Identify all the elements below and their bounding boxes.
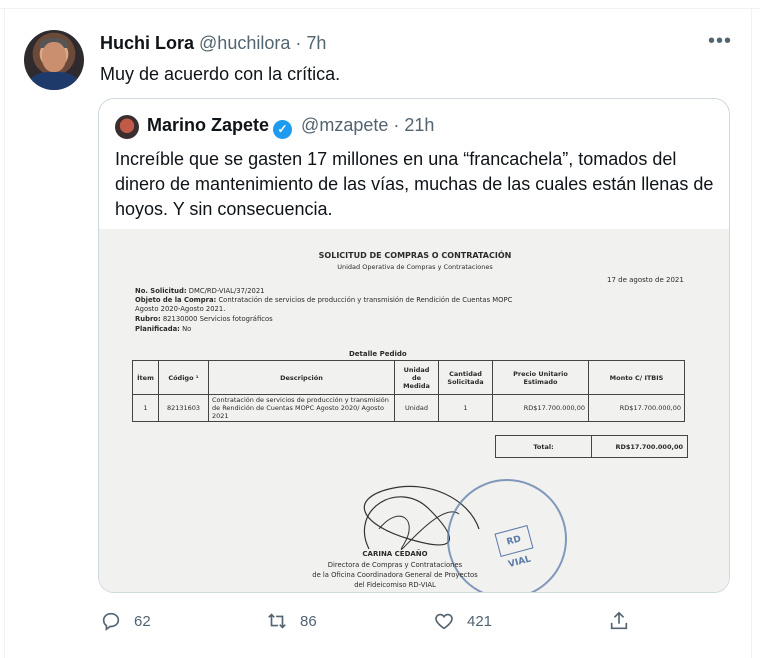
- signer-name: CARINA CEDAÑO: [362, 550, 428, 558]
- col-descripcion: Descripción: [208, 360, 395, 395]
- cell-codigo: 82131603: [158, 394, 209, 422]
- share-icon: [610, 611, 628, 630]
- doc-objeto: Objeto de la Compra: Contratación de ser…: [135, 296, 515, 314]
- reply-button[interactable]: 62: [100, 610, 151, 632]
- verified-badge-icon: ✓: [273, 120, 293, 139]
- like-button[interactable]: 421: [433, 610, 492, 632]
- detail-table: Ítem Código ¹ Descripción Unidad de Medi…: [132, 360, 685, 422]
- quoted-separator-dot: ·: [393, 115, 400, 135]
- doc-rubro: Rubro: 82130000 Servicios fotográficos: [135, 315, 515, 324]
- col-cantidad: Cantidad Solicitada: [438, 360, 493, 395]
- doc-planificada-label: Planificada:: [135, 325, 180, 333]
- retweet-button[interactable]: 86: [266, 610, 317, 632]
- document-image[interactable]: SOLICITUD DE COMPRAS O CONTRATACIÓN Unid…: [99, 229, 729, 592]
- quoted-tweet-header: Marino Zapete ✓ @mzapete · 21h: [147, 115, 434, 139]
- table-row: 1 82131603 Contratación de servicios de …: [132, 394, 685, 422]
- more-icon[interactable]: •••: [708, 30, 732, 53]
- reply-icon: [102, 612, 120, 631]
- quoted-author-handle: @mzapete: [301, 115, 389, 135]
- doc-rubro-value: 82130000 Servicios fotográficos: [162, 315, 273, 323]
- doc-title: SOLICITUD DE COMPRAS O CONTRATACIÓN: [318, 251, 512, 260]
- avatar-face: [42, 42, 66, 72]
- col-unidad: Unidad de Medida: [394, 360, 439, 395]
- timeline-right-border: [751, 8, 752, 658]
- share-button[interactable]: [608, 610, 630, 632]
- doc-rubro-label: Rubro:: [135, 315, 161, 323]
- doc-solicitud-label: No. Solicitud:: [135, 287, 187, 295]
- doc-date: 17 de agosto de 2021: [607, 276, 684, 284]
- avatar-shirt: [29, 72, 79, 90]
- author-handle[interactable]: @huchilora: [199, 33, 290, 53]
- quoted-tweet-text: Increíble que se gasten 17 millones en u…: [115, 149, 714, 219]
- total-table: Total: RD$17.700.000,00: [495, 435, 688, 458]
- tweet-actions: 62 86 421: [100, 610, 660, 636]
- cell-monto: RD$17.700.000,00: [588, 394, 685, 422]
- retweet-count: 86: [300, 612, 317, 630]
- doc-solicitud-value: DMC/RD-VIAL/37/2021: [188, 287, 265, 295]
- total-value: RD$17.700.000,00: [591, 435, 688, 458]
- doc-planificada-value: No: [182, 325, 192, 333]
- heart-icon: [435, 613, 453, 630]
- like-count: 421: [467, 612, 493, 630]
- quoted-author-avatar: [115, 115, 139, 139]
- col-precio: Precio Unitario Estimado: [492, 360, 589, 395]
- tweet-header: Huchi Lora @huchilora · 7h: [100, 33, 326, 54]
- doc-solicitud: No. Solicitud: DMC/RD-VIAL/37/2021: [135, 287, 515, 296]
- cell-cantidad: 1: [438, 394, 493, 422]
- col-codigo: Código ¹: [158, 360, 209, 395]
- separator-dot: ·: [295, 33, 302, 53]
- table-header-row: Ítem Código ¹ Descripción Unidad de Medi…: [132, 360, 685, 395]
- quoted-tweet-time: 21h: [404, 115, 435, 135]
- timeline-divider: [0, 8, 760, 9]
- tweet-time[interactable]: 7h: [306, 33, 326, 53]
- doc-subtitle: Unidad Operativa de Compras y Contrataci…: [337, 263, 493, 271]
- col-item: Ítem: [132, 360, 159, 395]
- cell-precio: RD$17.700.000,00: [492, 394, 589, 422]
- quoted-tweet[interactable]: Marino Zapete ✓ @mzapete · 21h Increíble …: [98, 98, 730, 593]
- author-avatar[interactable]: [24, 30, 84, 90]
- retweet-icon: [268, 613, 286, 629]
- tweet-text: Muy de acuerdo con la crítica.: [100, 64, 341, 84]
- signer-title-2: de la Oficina Coordinadora General de Pr…: [312, 571, 478, 579]
- quoted-author-name: Marino Zapete: [147, 115, 270, 135]
- doc-objeto-label: Objeto de la Compra:: [135, 296, 217, 304]
- total-label: Total:: [495, 435, 592, 458]
- detail-title: Detalle Pedido: [349, 350, 407, 358]
- author-name[interactable]: Huchi Lora: [100, 33, 194, 53]
- timeline-left-border: [4, 8, 5, 658]
- signer-title-3: del Fideicomiso RD-VIAL: [354, 581, 436, 589]
- col-monto: Monto C/ ITBIS: [588, 360, 685, 395]
- cell-item: 1: [132, 394, 159, 422]
- doc-planificada: Planificada: No: [135, 325, 515, 334]
- cell-descripcion: Contratación de servicios de producción …: [208, 394, 395, 422]
- cell-unidad: Unidad: [394, 394, 439, 422]
- reply-count: 62: [134, 612, 151, 630]
- signer-title-1: Directora de Compras y Contrataciones: [327, 561, 463, 569]
